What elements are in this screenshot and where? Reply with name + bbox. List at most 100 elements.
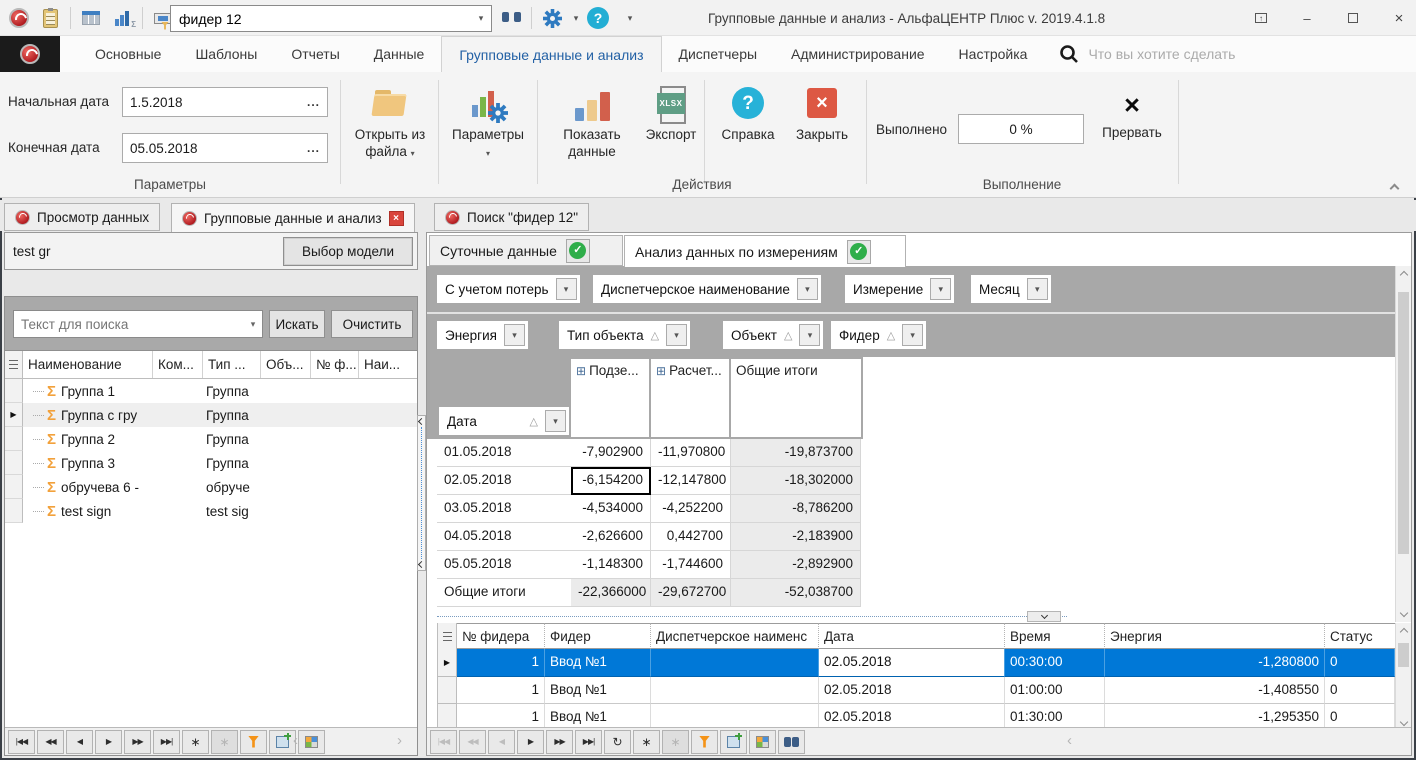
pivot-cell[interactable]: -1,148300 (571, 551, 651, 579)
table-icon[interactable] (78, 5, 104, 31)
scrollbar-thumb[interactable] (1398, 643, 1409, 667)
scroll-down-icon[interactable] (1396, 604, 1411, 622)
nav-last-button[interactable]: ▶▶| (575, 730, 602, 754)
float-window-icon[interactable]: ↑ (1252, 9, 1270, 27)
filter-field-dispatcher-name[interactable]: Диспетчерское наименование ▾ (593, 275, 821, 303)
chart-sum-icon[interactable]: Σ (109, 5, 135, 31)
nav-prev-page-button[interactable]: ◀◀ (37, 730, 64, 754)
start-date-field[interactable]: 1.5.2018 ... (122, 87, 328, 117)
combo-dropdown-icon[interactable]: ▾ (244, 319, 262, 330)
minimize-icon[interactable]: – (1298, 9, 1316, 27)
dropdown-icon[interactable]: ▾ (930, 278, 951, 300)
grid-header-feeder[interactable]: Фидер (545, 623, 651, 649)
grid-splitter-line[interactable] (437, 616, 1067, 617)
grid-cell-num[interactable]: 1 (457, 649, 545, 677)
tab-osnovnye[interactable]: Основные (78, 36, 178, 72)
doc-tab-search[interactable]: Поиск "фидер 12" (434, 203, 589, 231)
nav-insert-button[interactable]: ∗ (182, 730, 209, 754)
dropdown-icon[interactable]: ▾ (666, 324, 687, 346)
collapse-left-icon[interactable] (418, 561, 425, 568)
pivot-column-header[interactable]: ⊞Расчет... (651, 359, 729, 437)
pivot-total-cell[interactable]: -18,302000 (731, 467, 861, 495)
nav-refresh-button[interactable]: ↻ (604, 730, 631, 754)
pivot-column-header[interactable]: ⊞Подзе... (571, 359, 649, 437)
end-date-field[interactable]: 05.05.2018 ... (122, 133, 328, 163)
combo-dropdown-icon[interactable]: ▾ (471, 13, 491, 24)
tab-otchety[interactable]: Отчеты (274, 36, 356, 72)
tree-row[interactable]: Σ test sign test sig (23, 499, 417, 523)
grid-cell-energy[interactable]: -1,280800 (1105, 649, 1325, 677)
parameters-button[interactable]: Параметры ▾ (442, 80, 534, 182)
grid-cell-feeder[interactable]: Ввод №1 (545, 677, 651, 704)
panel-splitter[interactable] (417, 415, 426, 571)
choose-model-button[interactable]: Выбор модели (283, 237, 413, 266)
filter-button[interactable] (691, 730, 718, 754)
grid-cell-num[interactable]: 1 (457, 677, 545, 704)
column-header-obj[interactable]: Объ... (261, 351, 311, 378)
scrollbar-thumb[interactable] (1398, 292, 1409, 554)
grid-cell-status[interactable]: 0 (1325, 677, 1395, 704)
quick-search-combo[interactable]: ▾ (170, 5, 492, 32)
pivot-total-cell[interactable]: -19,873700 (731, 439, 861, 467)
grid-cell-date[interactable]: 02.05.2018 (819, 677, 1005, 704)
dropdown-icon[interactable]: ▾ (1027, 278, 1048, 300)
scroll-up-icon[interactable] (1396, 623, 1411, 641)
grid-vertical-scrollbar[interactable] (1395, 623, 1411, 731)
pivot-cell[interactable]: 0,442700 (651, 523, 731, 551)
pivot-cell[interactable]: -11,970800 (651, 439, 731, 467)
dropdown-icon[interactable]: ▾ (799, 324, 820, 346)
save-layout-button[interactable] (720, 730, 747, 754)
nav-insert-button[interactable]: ∗ (633, 730, 660, 754)
pivot-grand-total-header[interactable]: Общие итоги (731, 359, 861, 437)
close-view-button[interactable]: × Закрыть (788, 80, 856, 182)
tab-analysis-by-measure[interactable]: Анализ данных по измерениям ✓ (624, 235, 906, 267)
tab-dispetchery[interactable]: Диспетчеры (662, 36, 775, 72)
layout-button[interactable] (298, 730, 325, 754)
qat-customize-icon[interactable]: ▾ (624, 13, 636, 24)
pivot-cell-focused[interactable]: -6,154200 (571, 467, 651, 495)
collapse-left-icon[interactable] (418, 418, 425, 425)
row-field-date[interactable]: Дата △ ▾ (439, 407, 569, 435)
help-button[interactable]: ? Справка (712, 80, 784, 182)
tab-administrirovanie[interactable]: Администрирование (774, 36, 942, 72)
column-field-object-type[interactable]: Тип объекта △ ▾ (559, 321, 690, 349)
binoculars-icon[interactable] (498, 5, 524, 31)
find-button[interactable] (778, 730, 805, 754)
grid-header-status[interactable]: Статус (1325, 623, 1395, 649)
expand-icon[interactable]: ⊞ (576, 364, 586, 378)
pivot-total-cell[interactable]: -8,786200 (731, 495, 861, 523)
tab-close-icon[interactable]: × (389, 211, 404, 226)
tab-shablony[interactable]: Шаблоны (178, 36, 274, 72)
nav-next-button[interactable]: ▶ (517, 730, 544, 754)
column-header-type[interactable]: Тип ... (203, 351, 261, 378)
column-header-num[interactable]: № ф... (311, 351, 359, 378)
expand-icon[interactable]: ⊞ (656, 364, 666, 378)
column-header-nai[interactable]: Наи... (359, 351, 417, 378)
nav-last-button[interactable]: ▶▶| (153, 730, 180, 754)
collapse-ribbon-icon[interactable] (1391, 180, 1398, 195)
dropdown-icon[interactable]: ▾ (504, 324, 525, 346)
app-menu-button[interactable] (0, 36, 60, 72)
pivot-cell[interactable]: -2,626600 (571, 523, 651, 551)
grid-cell-date[interactable]: 02.05.2018 (819, 649, 1005, 677)
clipboard-icon[interactable] (37, 5, 63, 31)
tab-dannye[interactable]: Данные (357, 36, 442, 72)
measure-field-energy[interactable]: Энергия ▾ (437, 321, 528, 349)
show-data-button[interactable]: Показать данные (545, 80, 639, 182)
column-header-name[interactable]: Наименование (23, 351, 153, 378)
quick-search-input[interactable] (171, 11, 471, 27)
nav-next-page-button[interactable]: ▶▶ (124, 730, 151, 754)
tab-gruppovye-dannye[interactable]: Групповые данные и анализ (441, 36, 661, 72)
scroll-up-icon[interactable] (1396, 266, 1411, 284)
pivot-cell[interactable]: -7,902900 (571, 439, 651, 467)
nav-next-page-button[interactable]: ▶▶ (546, 730, 573, 754)
layout-button[interactable] (749, 730, 776, 754)
maximize-icon[interactable] (1344, 9, 1362, 27)
help-icon[interactable]: ? (587, 7, 609, 29)
pivot-cell[interactable]: -12,147800 (651, 467, 731, 495)
pivot-vertical-scrollbar[interactable] (1395, 266, 1411, 622)
tell-me-search[interactable]: Что вы хотите сделать (1044, 36, 1235, 72)
column-header-kom[interactable]: Ком... (153, 351, 203, 378)
pivot-total-cell[interactable]: -2,892900 (731, 551, 861, 579)
start-date-picker-button[interactable]: ... (307, 95, 320, 109)
